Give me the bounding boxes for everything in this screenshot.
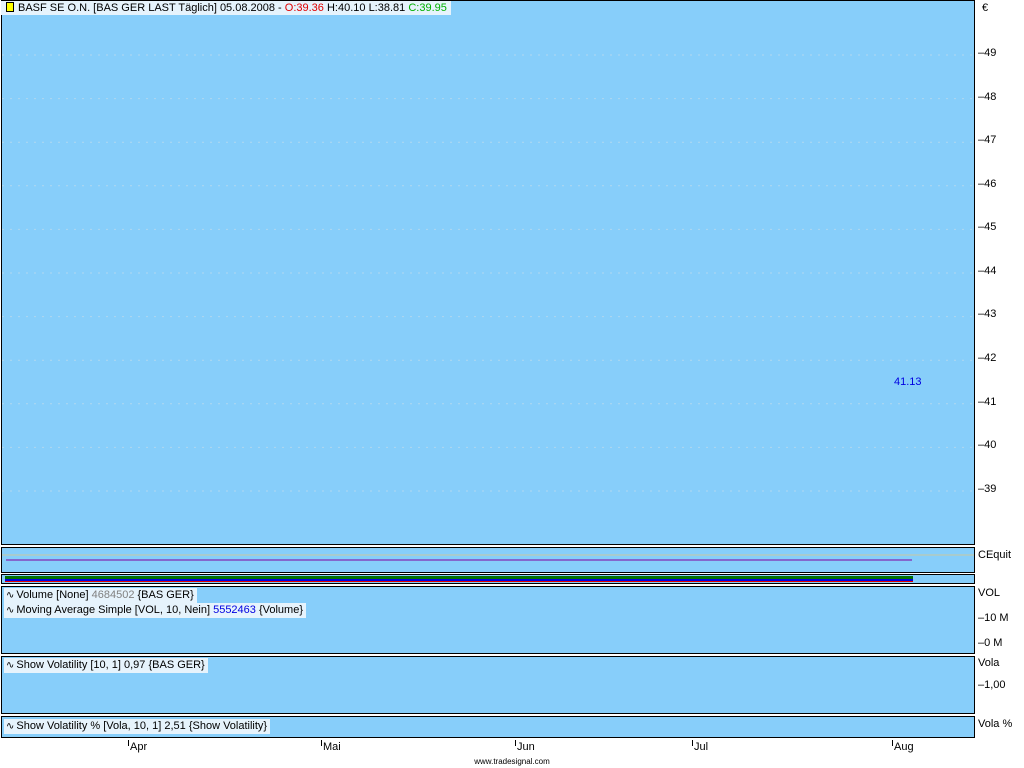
price-tick-label: –39 bbox=[978, 483, 997, 495]
date-axis-label: Jul bbox=[691, 740, 709, 753]
vola-axis-label: Vola bbox=[978, 657, 1000, 669]
header-close: C:39.95 bbox=[408, 2, 447, 14]
legend-source: {BAS GER} bbox=[137, 589, 194, 601]
position-bar-green bbox=[5, 576, 913, 579]
equity-chart bbox=[2, 554, 974, 561]
header-hlc: H:40.10 L:38.81 bbox=[326, 2, 406, 14]
date-axis-label: Apr bbox=[127, 740, 148, 753]
vola-pct-axis-label: Vola % bbox=[978, 718, 1013, 730]
date-axis-label: Aug bbox=[892, 740, 914, 753]
position-panel bbox=[1, 574, 975, 584]
vola-tick: –1,00 bbox=[978, 679, 1006, 691]
price-tick-label: –43 bbox=[978, 308, 997, 320]
position-bar-red bbox=[5, 581, 913, 582]
chart-header: BASF SE O.N. [BAS GER LAST Täglich] 05.0… bbox=[1, 1, 451, 15]
volume-ma-legend: ∿ Moving Average Simple [VOL, 10, Nein] 5… bbox=[4, 603, 307, 618]
price-tick-label: –41 bbox=[978, 396, 997, 408]
price-tick-label: –40 bbox=[978, 439, 997, 451]
volatility-legend: ∿ Show Volatility [10, 1] 0,97 {BAS GER} bbox=[4, 658, 208, 673]
price-tick-label: –45 bbox=[978, 221, 997, 233]
position-bars bbox=[5, 576, 913, 582]
price-tick-label: –49 bbox=[978, 47, 997, 59]
equity-axis-label: CEquit bbox=[978, 549, 1012, 561]
volatility-pct-legend: ∿ Show Volatility % [Vola, 10, 1] 2,51 {S… bbox=[4, 719, 271, 734]
legend-text: Show Volatility [10, 1] 0,97 {BAS GER} bbox=[16, 659, 205, 671]
legend-value: 5552463 bbox=[213, 604, 256, 616]
equity-panel[interactable] bbox=[1, 547, 975, 573]
position-bar-blue bbox=[5, 579, 913, 581]
volume-tick: –10 M bbox=[978, 612, 1009, 624]
price-tick-label: –47 bbox=[978, 134, 997, 146]
volume-panel[interactable]: ∿ Volume [None] 4684502 {BAS GER} ∿ Moving… bbox=[1, 586, 975, 654]
volatility-pct-panel[interactable]: ∿ Show Volatility % [Vola, 10, 1] 2,51 {S… bbox=[1, 716, 975, 738]
indicator-wave-icon: ∿ bbox=[6, 590, 15, 601]
price-tick-label: –42 bbox=[978, 352, 997, 364]
indicator-wave-icon: ∿ bbox=[6, 721, 15, 732]
currency-label: € bbox=[982, 2, 989, 14]
legend-name: Volume [None] bbox=[16, 589, 89, 601]
footer-url[interactable]: www.tradesignal.com bbox=[0, 757, 1024, 766]
volume-legend: ∿ Volume [None] 4684502 {BAS GER} bbox=[4, 588, 197, 603]
date-axis-label: Jun bbox=[515, 740, 535, 753]
price-tick-label: –44 bbox=[978, 265, 997, 277]
header-open: O:39.36 bbox=[284, 2, 324, 14]
price-tick-label: –48 bbox=[978, 91, 997, 103]
indicator-wave-icon: ∿ bbox=[6, 660, 15, 671]
legend-name: Moving Average Simple [VOL, 10, Nein] bbox=[16, 604, 211, 616]
legend-text: Show Volatility % [Vola, 10, 1] 2,51 {Sh… bbox=[16, 720, 268, 732]
price-tick-label: –46 bbox=[978, 178, 997, 190]
indicator-wave-icon: ∿ bbox=[6, 605, 15, 616]
volume-axis-label: VOL bbox=[978, 587, 1001, 599]
price-chart-panel[interactable] bbox=[1, 0, 975, 545]
legend-value: 4684502 bbox=[91, 589, 135, 601]
legend-source: {Volume} bbox=[258, 604, 304, 616]
volatility-panel[interactable]: ∿ Show Volatility [10, 1] 0,97 {BAS GER} bbox=[1, 656, 975, 714]
volume-tick: –0 M bbox=[978, 637, 1003, 649]
date-axis-label: Mai bbox=[321, 740, 341, 753]
trendline-value-label: 41.13 bbox=[894, 376, 922, 388]
price-chart bbox=[2, 54, 974, 492]
header-title: BASF SE O.N. [BAS GER LAST Täglich] 05.0… bbox=[18, 2, 282, 14]
candlestick-icon bbox=[6, 2, 14, 12]
